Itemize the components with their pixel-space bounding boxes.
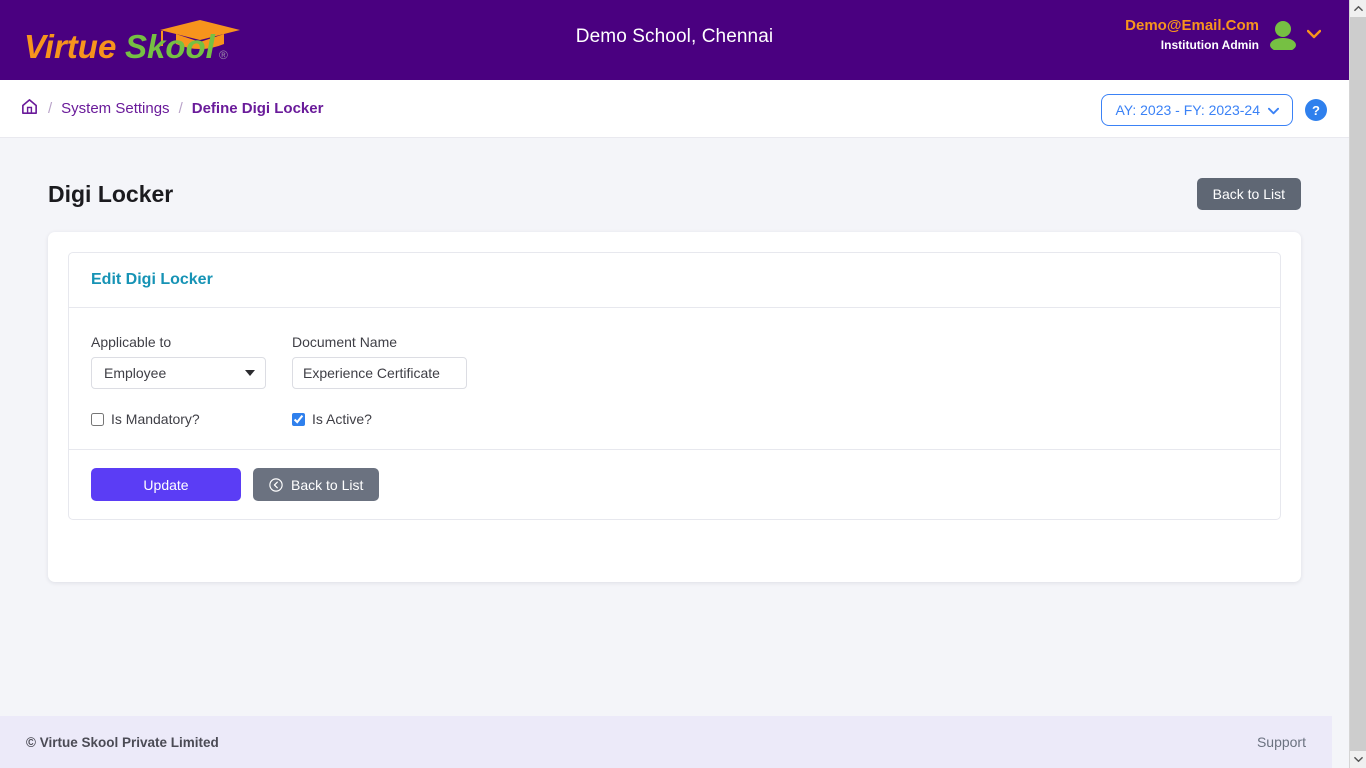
main-content: Digi Locker Back to List Edit Digi Locke…: [0, 138, 1349, 582]
support-link[interactable]: Support: [1257, 734, 1306, 750]
copyright-text: © Virtue Skool Private Limited: [26, 734, 219, 750]
is-active-label[interactable]: Is Active?: [312, 411, 372, 427]
page-content: Virtue Skool ® Demo School, Chennai Demo…: [0, 0, 1349, 768]
breadcrumb: / System Settings / Define Digi Locker: [20, 97, 323, 120]
applicable-to-label: Applicable to: [91, 334, 172, 350]
update-button[interactable]: Update: [91, 468, 241, 501]
document-name-input[interactable]: [292, 357, 467, 389]
page-title: Digi Locker: [48, 180, 174, 207]
chevron-down-icon[interactable]: [1306, 26, 1322, 44]
field-document-name: Document Name: [292, 334, 467, 389]
document-name-label: Document Name: [292, 334, 398, 350]
user-menu[interactable]: Demo@Email.Com Institution Admin: [1125, 17, 1322, 55]
breadcrumb-item-system-settings[interactable]: System Settings: [61, 100, 169, 117]
form-body: Applicable to Employee Document Name Exp…: [69, 308, 1280, 449]
applicable-to-value: Employee: [104, 365, 167, 381]
academic-year-selector[interactable]: AY: 2023 - FY: 2023-24: [1101, 94, 1293, 126]
field-is-mandatory: Is Mandatory?: [91, 411, 266, 427]
help-button[interactable]: ?: [1305, 99, 1327, 121]
chevron-down-icon: [1268, 102, 1279, 118]
user-email: Demo@Email.Com: [1125, 17, 1259, 34]
breadcrumb-actions: AY: 2023 - FY: 2023-24 ?: [1101, 94, 1327, 126]
field-applicable-to: Applicable to Employee: [91, 334, 266, 389]
svg-text:®: ®: [219, 48, 228, 62]
form-panel-header: Edit Digi Locker: [69, 253, 1280, 307]
page-header: Digi Locker Back to List: [48, 178, 1301, 210]
breadcrumb-separator-2: /: [178, 100, 183, 117]
avatar-icon[interactable]: [1269, 20, 1297, 55]
footer-bar: © Virtue Skool Private Limited Support: [0, 716, 1332, 768]
applicable-to-select[interactable]: Employee: [91, 357, 266, 389]
scroll-down-button[interactable]: [1350, 751, 1366, 768]
back-to-list-top-button[interactable]: Back to List: [1196, 178, 1301, 210]
is-mandatory-label[interactable]: Is Mandatory?: [111, 411, 200, 427]
checkbox-row: Is Mandatory? Is Active?: [91, 411, 1258, 427]
circle-arrow-left-icon: [269, 477, 283, 492]
breadcrumb-bar: / System Settings / Define Digi Locker A…: [0, 80, 1349, 138]
edit-form-panel: Edit Digi Locker Applicable to Employee: [68, 252, 1281, 520]
field-row: Applicable to Employee Document Name: [91, 334, 1258, 389]
breadcrumb-item-define-digi-locker: Define Digi Locker: [191, 100, 324, 117]
app-window: Virtue Skool ® Demo School, Chennai Demo…: [0, 0, 1366, 768]
academic-year-label: AY: 2023 - FY: 2023-24: [1115, 102, 1260, 118]
is-active-checkbox[interactable]: [292, 412, 305, 426]
back-to-list-label: Back to List: [291, 476, 364, 493]
form-heading: Edit Digi Locker: [91, 271, 213, 288]
back-to-list-button[interactable]: Back to List: [253, 468, 380, 501]
top-header-bar: Virtue Skool ® Demo School, Chennai Demo…: [0, 0, 1349, 80]
breadcrumb-separator-1: /: [48, 100, 53, 117]
content-card: Edit Digi Locker Applicable to Employee: [48, 232, 1301, 582]
field-is-active: Is Active?: [292, 411, 467, 427]
scroll-up-button[interactable]: [1350, 0, 1366, 17]
chevron-down-icon: [245, 370, 255, 376]
home-icon[interactable]: [20, 97, 39, 120]
is-mandatory-checkbox[interactable]: [91, 412, 104, 426]
vertical-scrollbar[interactable]: [1349, 0, 1366, 768]
user-info: Demo@Email.Com Institution Admin: [1125, 17, 1259, 53]
scrollbar-thumb[interactable]: [1350, 17, 1366, 347]
user-role: Institution Admin: [1160, 37, 1259, 52]
form-actions: Update Back to List: [69, 450, 1280, 519]
